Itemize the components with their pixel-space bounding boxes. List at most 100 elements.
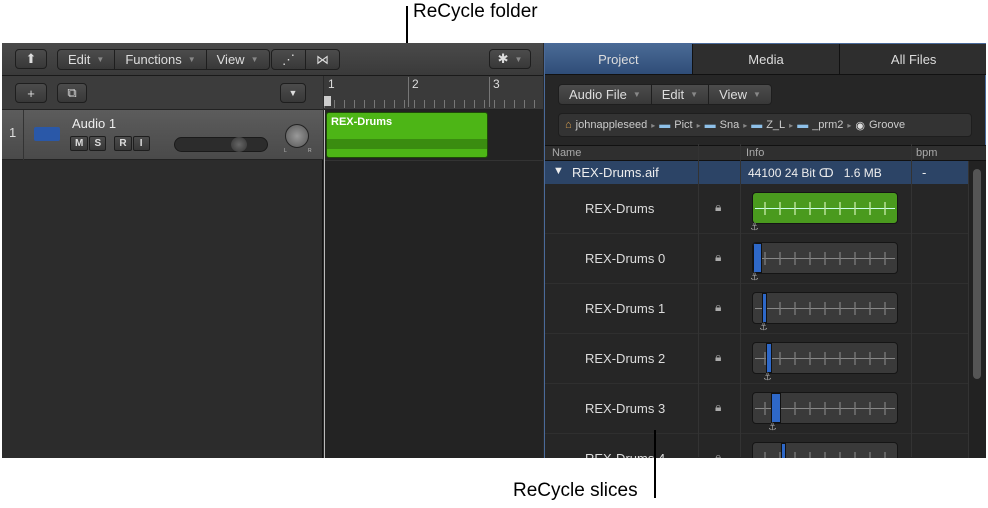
audio-track-icon: [34, 127, 60, 141]
pan-left-label: L: [284, 148, 287, 154]
home-icon: ⌂: [565, 119, 572, 131]
tab-all-files[interactable]: All Files: [840, 44, 986, 74]
edit-menu[interactable]: Edit ▼: [58, 50, 116, 69]
anchor-icon[interactable]: ⚓︎: [750, 222, 759, 233]
path-item[interactable]: _prm2: [812, 119, 843, 131]
anchor-icon[interactable]: ⚓︎: [763, 372, 772, 383]
folder-icon: ▬: [659, 119, 671, 131]
slice-name: REX-Drums 3: [585, 401, 666, 416]
anchor-icon[interactable]: ⚓︎: [768, 422, 777, 433]
tool-buttons: ⋰ ⋈: [271, 49, 340, 70]
folder-icon: ▬: [797, 119, 809, 131]
slice-row[interactable]: REX-Drums 3 🔒︎ ⚓︎: [545, 384, 968, 434]
col-bpm[interactable]: bpm: [916, 147, 937, 159]
slice-marker: [781, 443, 786, 458]
up-level-button[interactable]: ⬆: [15, 49, 47, 69]
slice-row[interactable]: REX-Drums 4 🔒︎ ⚓︎: [545, 434, 968, 458]
plus-icon: +: [27, 85, 35, 101]
recycle-region[interactable]: REX-Drums: [326, 112, 488, 158]
slice-name: REX-Drums 0: [585, 251, 666, 266]
browser-menu-bar: Audio File ▼ Edit ▼ View ▼: [558, 84, 772, 105]
stereo-icon: ↀ: [818, 166, 834, 180]
volume-slider[interactable]: [174, 137, 268, 152]
tab-project[interactable]: Project: [545, 44, 693, 74]
path-item[interactable]: johnappleseed: [576, 119, 648, 131]
ruler[interactable]: 1 2 3: [324, 76, 543, 110]
region-name: REX-Drums: [331, 116, 393, 128]
solo-button[interactable]: S: [89, 136, 107, 151]
playhead[interactable]: [324, 96, 331, 106]
ruler-ticks: [324, 100, 543, 108]
slice-waveform[interactable]: [752, 192, 898, 224]
arrange-area[interactable]: REX-Drums: [324, 110, 543, 458]
view-menu[interactable]: View ▼: [207, 50, 269, 69]
mute-button[interactable]: M: [70, 136, 89, 151]
track-number: 1: [2, 110, 24, 160]
anchor-icon[interactable]: ⚓︎: [759, 322, 768, 333]
path-item[interactable]: Sna: [720, 119, 740, 131]
playhead-line: [324, 110, 325, 458]
track-options-button[interactable]: ▼: [280, 83, 306, 103]
recycle-slices-callout: ReCycle slices: [513, 480, 638, 501]
input-monitor-button[interactable]: I: [132, 136, 150, 151]
file-info: 44100 24 Bit ↀ 1.6 MB: [748, 166, 882, 180]
lock-icon[interactable]: 🔒︎: [715, 250, 721, 265]
lock-icon[interactable]: 🔒︎: [715, 450, 721, 458]
browser-edit-menu[interactable]: Edit ▼: [652, 85, 710, 104]
disclosure-triangle-icon[interactable]: ▼: [553, 165, 564, 177]
path-item[interactable]: Groove: [869, 119, 905, 131]
waveform-peaks: [757, 302, 893, 315]
audio-file-menu[interactable]: Audio File ▼: [559, 85, 652, 104]
waveform-peaks: [757, 452, 893, 458]
folder-icon: ▬: [704, 119, 716, 131]
slice-row[interactable]: REX-Drums 1 🔒︎ ⚓︎: [545, 284, 968, 334]
scrollbar-thumb[interactable]: [973, 169, 981, 379]
lock-icon[interactable]: 🔒︎: [715, 400, 721, 415]
track-header[interactable]: 1 Audio 1 M S R I L R: [2, 110, 323, 160]
lock-icon[interactable]: 🔒︎: [715, 200, 721, 215]
lock-icon[interactable]: 🔒︎: [715, 300, 721, 315]
path-item[interactable]: Pict: [674, 119, 692, 131]
settings-button[interactable]: ✱ ▼: [489, 49, 531, 69]
waveform-peaks: [757, 252, 893, 265]
file-icon: ◉: [855, 119, 865, 132]
path-item[interactable]: Z_L: [766, 119, 785, 131]
waveform-peaks: [757, 352, 893, 365]
record-button[interactable]: R: [114, 136, 132, 151]
slice-marker: [766, 343, 772, 373]
slice-waveform[interactable]: [752, 342, 898, 374]
col-name[interactable]: Name: [552, 147, 581, 159]
bar-1: 1: [328, 77, 335, 91]
new-folder-button[interactable]: ⧉: [57, 83, 87, 103]
slice-waveform[interactable]: [752, 242, 898, 274]
folder-icon: ▬: [751, 119, 763, 131]
file-bpm: -: [922, 165, 927, 180]
functions-menu[interactable]: Functions ▼: [115, 50, 207, 69]
add-track-button[interactable]: +: [15, 83, 47, 103]
file-name: REX-Drums.aif: [572, 165, 659, 180]
slice-waveform[interactable]: [752, 442, 898, 458]
slice-list: REX-Drums 🔒︎ ⚓︎ REX-Drums 0 🔒︎ ⚓︎ REX-Drum…: [545, 184, 968, 458]
slice-row[interactable]: REX-Drums 🔒︎ ⚓︎: [545, 184, 968, 234]
volume-knob[interactable]: [231, 137, 247, 152]
slice-waveform[interactable]: [752, 292, 898, 324]
scrollbar[interactable]: [968, 161, 986, 458]
up-arrow-icon: ⬆: [25, 51, 37, 66]
flex-button[interactable]: ⋈: [306, 50, 339, 69]
slice-waveform[interactable]: [752, 392, 898, 424]
lock-icon[interactable]: 🔒︎: [715, 350, 721, 365]
tab-media[interactable]: Media: [693, 44, 841, 74]
waveform-peaks: [757, 202, 893, 215]
col-info[interactable]: Info: [746, 147, 764, 159]
callout-line: [654, 430, 656, 498]
column-header: Name Info bpm: [545, 145, 986, 161]
file-row[interactable]: ▼ REX-Drums.aif 44100 24 Bit ↀ 1.6 MB -: [545, 161, 968, 184]
slice-row[interactable]: REX-Drums 2 🔒︎ ⚓︎: [545, 334, 968, 384]
slice-row[interactable]: REX-Drums 0 🔒︎ ⚓︎: [545, 234, 968, 284]
pan-knob[interactable]: [285, 124, 309, 148]
track-header-bar: + ⧉ ▼: [2, 76, 323, 110]
browser-view-menu[interactable]: View ▼: [709, 85, 771, 104]
anchor-icon[interactable]: ⚓︎: [750, 272, 759, 283]
slice-name: REX-Drums 1: [585, 301, 666, 316]
automation-button[interactable]: ⋰: [272, 50, 306, 69]
